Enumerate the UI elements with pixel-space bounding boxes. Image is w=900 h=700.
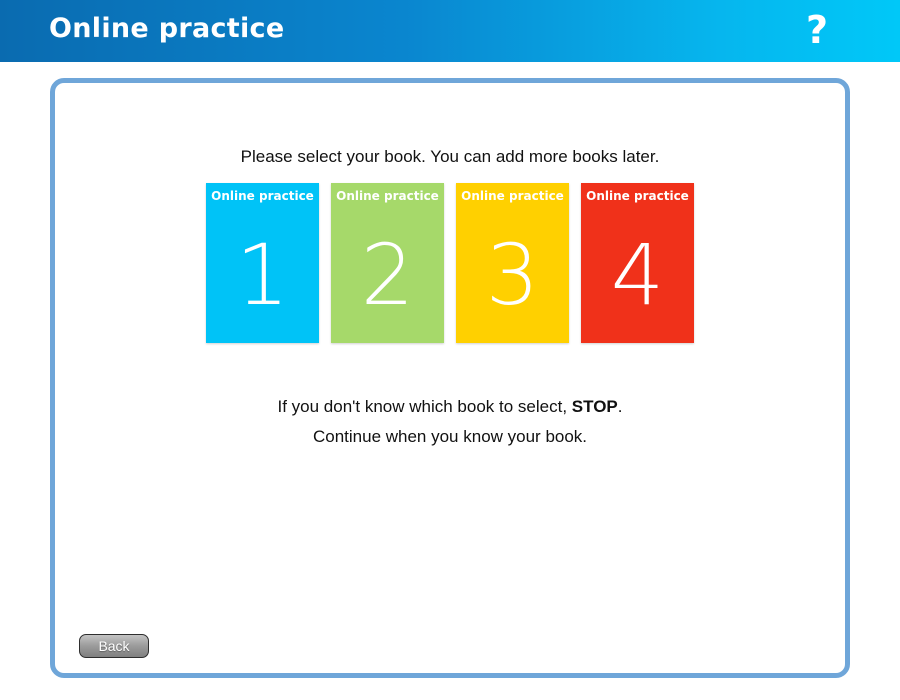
book-number: 1 xyxy=(235,226,290,324)
book-label: Online practice xyxy=(586,189,689,203)
page-title: Online practice xyxy=(49,13,285,44)
book-label: Online practice xyxy=(336,189,439,203)
main-panel: Please select your book. You can add mor… xyxy=(50,78,850,678)
book-number: 2 xyxy=(360,226,415,324)
book-list: Online practice 1 Online practice 2 Onli… xyxy=(206,183,706,343)
instruction-text: Please select your book. You can add mor… xyxy=(240,147,660,166)
book-label: Online practice xyxy=(461,189,564,203)
book-label: Online practice xyxy=(211,189,314,203)
continue-note: Continue when you know your book. xyxy=(312,427,588,446)
book-card-2[interactable]: Online practice 2 xyxy=(331,183,444,343)
book-card-4[interactable]: Online practice 4 xyxy=(581,183,694,343)
header-bar: Online practice ? xyxy=(0,0,900,62)
book-number: 3 xyxy=(485,226,540,324)
book-card-1[interactable]: Online practice 1 xyxy=(206,183,319,343)
stop-word: STOP xyxy=(571,397,618,416)
book-number: 4 xyxy=(610,226,665,324)
back-button[interactable]: Back xyxy=(79,634,149,658)
question-mark-icon[interactable]: ? xyxy=(804,8,830,52)
stop-note-suffix: . xyxy=(617,397,623,416)
book-card-3[interactable]: Online practice 3 xyxy=(456,183,569,343)
stop-note-prefix: If you don't know which book to select, xyxy=(277,397,572,416)
stop-note: If you don't know which book to select, … xyxy=(55,397,845,417)
